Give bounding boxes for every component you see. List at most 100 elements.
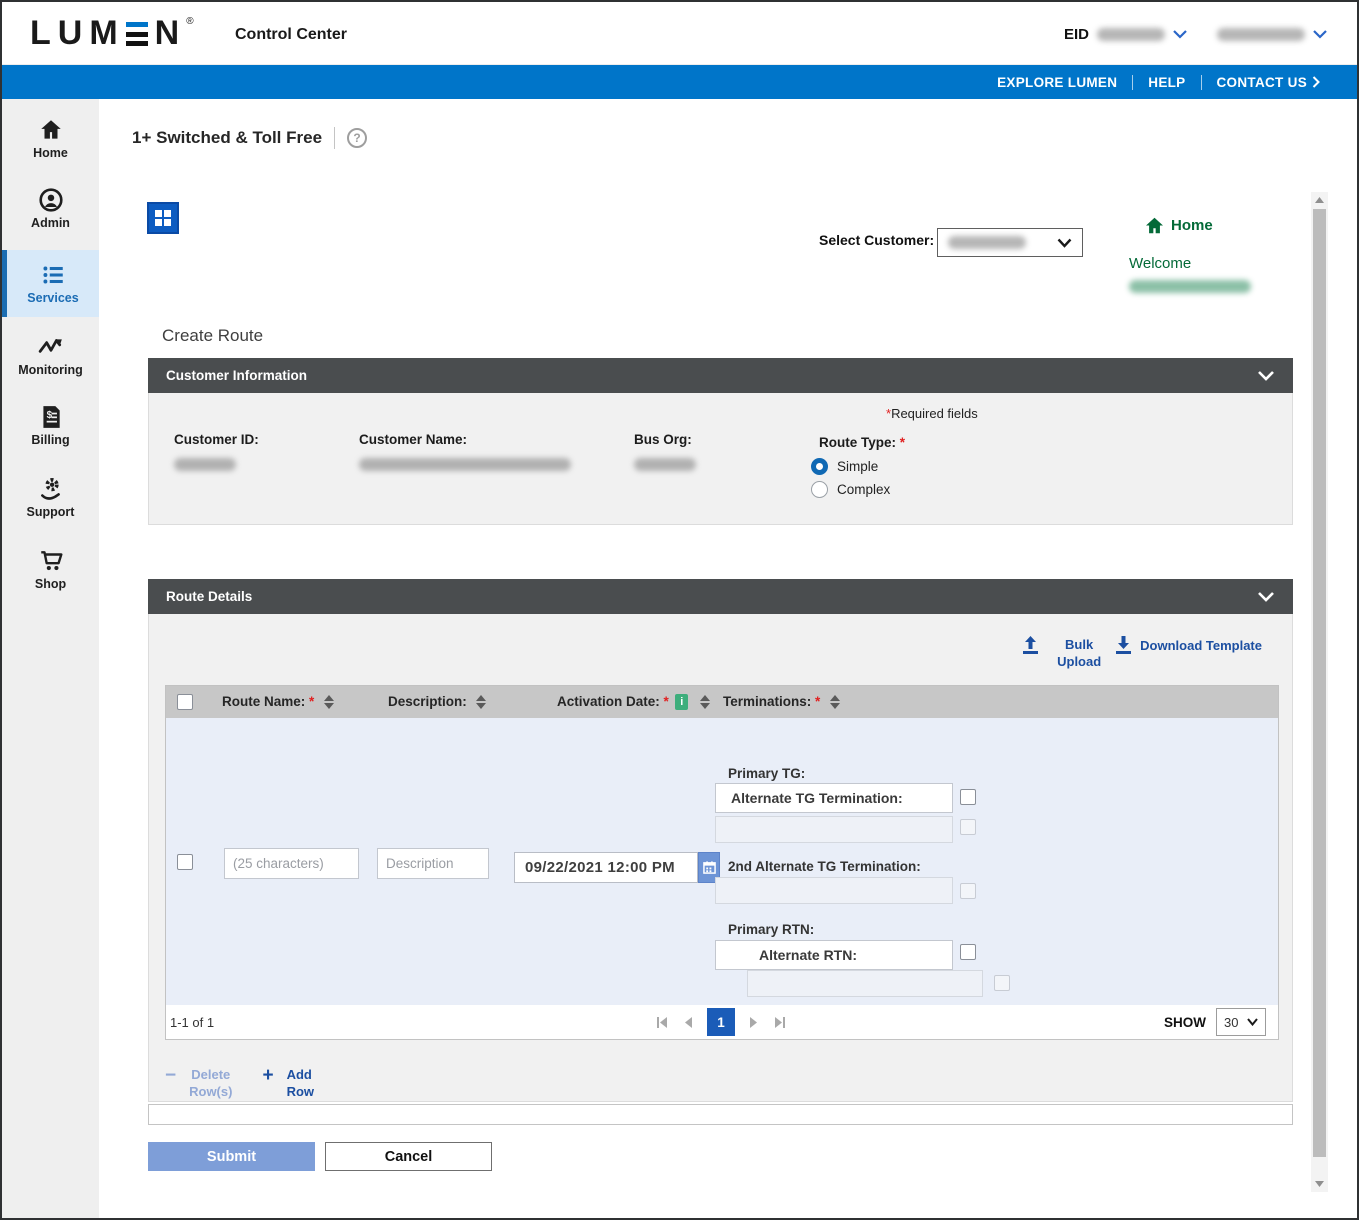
delete-rows-button[interactable]: − DeleteRow(s) (165, 1066, 232, 1100)
col-terminations[interactable]: Terminations: * (723, 693, 840, 711)
scroll-up-arrow[interactable] (1311, 192, 1328, 208)
route-details-body: BulkUpload Download Template Route Name:… (148, 614, 1293, 1102)
customer-info-header[interactable]: Customer Information (148, 358, 1293, 393)
download-template-button[interactable]: Download Template (1115, 636, 1262, 655)
sidebar-item-billing[interactable]: $ Billing (2, 404, 99, 447)
collapse-chevron-icon[interactable] (1257, 591, 1275, 602)
nav-contact-us[interactable]: CONTACT US (1202, 75, 1336, 90)
route-details-header[interactable]: Route Details (148, 579, 1293, 614)
col-route-name[interactable]: Route Name: * (222, 693, 334, 711)
nav-help[interactable]: HELP (1133, 75, 1200, 90)
alternate-tg-2-checkbox-disabled (960, 819, 976, 835)
logo-text-left: LUM (30, 14, 125, 52)
svg-text:$: $ (46, 410, 52, 421)
next-page-icon[interactable] (749, 1016, 759, 1029)
primary-rtn-input[interactable]: Alternate RTN: (715, 940, 953, 970)
home-link[interactable]: Home (1145, 217, 1213, 234)
user-chevron-down-icon[interactable] (1313, 30, 1327, 39)
top-header: LUM N ® Control Center EID (2, 2, 1357, 65)
eid-value-redacted (1097, 28, 1165, 41)
logo-trademark: ® (186, 16, 193, 27)
row-select-checkbox[interactable] (177, 854, 193, 870)
collapse-chevron-icon[interactable] (1257, 370, 1275, 381)
username-redacted (1217, 28, 1305, 41)
customer-name-value-redacted (359, 458, 571, 476)
cancel-button[interactable]: Cancel (325, 1142, 492, 1171)
customer-info-body: *Required fields Customer ID: Customer N… (148, 393, 1293, 525)
sidebar-item-monitoring[interactable]: Monitoring (2, 334, 99, 377)
app-title: Control Center (235, 26, 347, 44)
welcome-username-redacted (1129, 280, 1251, 298)
upload-icon (1022, 636, 1039, 655)
sidebar-item-support[interactable]: Support (2, 476, 99, 519)
routes-table: Route Name: * Description: Activation Da… (165, 685, 1279, 1007)
vertical-scrollbar[interactable] (1311, 192, 1328, 1192)
description-input[interactable] (377, 848, 489, 879)
second-alternate-tg-label: 2nd Alternate TG Termination: (728, 859, 921, 874)
select-chevron-icon (1247, 1018, 1258, 1026)
alternate-tg-input-disabled (715, 816, 953, 843)
table-header-row: Route Name: * Description: Activation Da… (166, 686, 1278, 718)
lumen-logo[interactable]: LUM N ® (30, 14, 194, 52)
page-size-select[interactable]: 30 (1216, 1008, 1266, 1036)
table-row: Primary TG: Alternate TG Termination: 2n… (166, 718, 1278, 1006)
select-all-checkbox[interactable] (177, 694, 193, 710)
route-type-simple-option[interactable]: Simple (811, 458, 878, 475)
bus-org-value-redacted (634, 458, 696, 476)
show-label: SHOW (1164, 1015, 1206, 1030)
select-customer-label: Select Customer: (819, 232, 934, 248)
col-activation-date[interactable]: Activation Date: * i (557, 693, 710, 711)
calendar-icon (703, 861, 716, 874)
prev-page-icon[interactable] (683, 1016, 693, 1029)
current-page-button[interactable]: 1 (707, 1008, 735, 1036)
app-grid-button[interactable] (147, 202, 179, 234)
panel-footer-strip (148, 1104, 1293, 1125)
page-help-icon[interactable]: ? (347, 128, 367, 148)
submit-button[interactable]: Submit (148, 1142, 315, 1171)
col-description[interactable]: Description: (388, 693, 486, 711)
route-type-label: Route Type: * (819, 435, 905, 450)
shop-cart-icon (38, 548, 64, 574)
services-list-icon (40, 262, 66, 288)
route-type-complex-option[interactable]: Complex (811, 481, 890, 498)
sidebar-item-services[interactable]: Services (2, 250, 99, 317)
sort-icon[interactable] (476, 695, 486, 709)
primary-tg-input[interactable]: Alternate TG Termination: (715, 783, 953, 813)
admin-user-icon (38, 187, 64, 213)
nav-explore-lumen[interactable]: EXPLORE LUMEN (982, 75, 1132, 90)
radio-selected-icon[interactable] (811, 458, 828, 475)
radio-unselected-icon[interactable] (811, 481, 828, 498)
blue-navbar: EXPLORE LUMEN HELP CONTACT US (2, 65, 1357, 99)
sidebar-item-admin[interactable]: Admin (2, 187, 99, 230)
last-page-icon[interactable] (773, 1016, 786, 1029)
sort-icon[interactable] (700, 695, 710, 709)
eid-label: EID (1064, 26, 1089, 43)
activation-date-input[interactable] (514, 852, 698, 883)
bulk-upload-button[interactable]: BulkUpload (1022, 636, 1101, 670)
pagination-range: 1-1 of 1 (170, 1015, 214, 1030)
welcome-text: Welcome (1129, 255, 1191, 272)
customer-id-value-redacted (174, 458, 236, 476)
activation-date-info-icon[interactable]: i (675, 694, 688, 710)
scrollbar-thumb[interactable] (1313, 209, 1326, 1157)
alternate-tg-checkbox[interactable] (960, 789, 976, 805)
create-route-title: Create Route (162, 326, 263, 346)
route-name-input[interactable] (224, 848, 359, 879)
monitoring-pulse-icon (38, 334, 64, 360)
customer-name-label: Customer Name: (359, 432, 467, 447)
customer-id-label: Customer ID: (174, 432, 259, 447)
selected-customer-redacted (948, 236, 1026, 249)
first-page-icon[interactable] (656, 1016, 669, 1029)
primary-tg-label: Primary TG: (728, 766, 805, 781)
alternate-rtn-checkbox[interactable] (960, 944, 976, 960)
scroll-down-arrow[interactable] (1311, 1176, 1328, 1192)
sidebar-item-shop[interactable]: Shop (2, 548, 99, 591)
eid-chevron-down-icon[interactable] (1173, 30, 1187, 39)
sidebar-item-home[interactable]: Home (2, 117, 99, 160)
grid-icon (155, 210, 171, 226)
alternate-rtn-checkbox-disabled (994, 975, 1010, 991)
sort-icon[interactable] (324, 695, 334, 709)
sort-icon[interactable] (830, 695, 840, 709)
select-customer-dropdown[interactable] (937, 228, 1083, 257)
add-row-button[interactable]: + AddRow (262, 1066, 314, 1100)
